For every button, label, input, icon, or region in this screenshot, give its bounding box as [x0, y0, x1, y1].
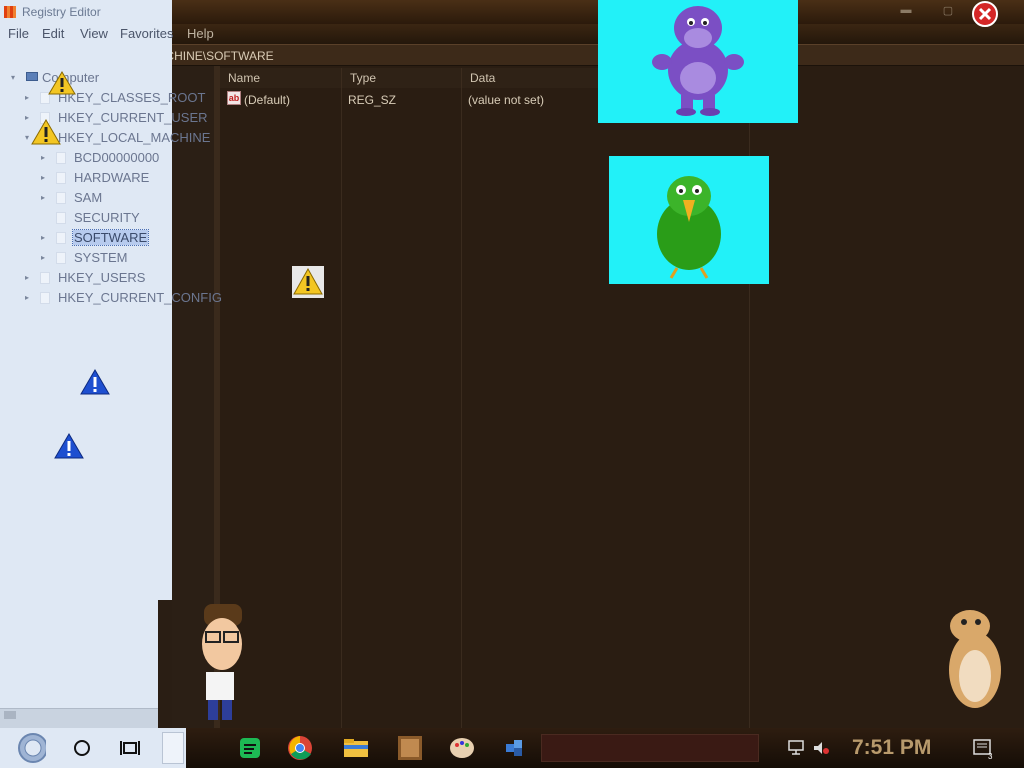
- folder-icon: [56, 232, 66, 244]
- tree-item-sam[interactable]: SAM: [74, 190, 102, 205]
- expand-icon[interactable]: ▸: [41, 233, 45, 242]
- info-warning-icon: [80, 369, 110, 395]
- tree-item-hkey-local-machine[interactable]: HKEY_LOCAL_MACHINE: [58, 130, 210, 145]
- network-icon[interactable]: [788, 740, 806, 756]
- volume-muted-icon[interactable]: [812, 740, 830, 756]
- cartoon-man-sprite: [202, 604, 242, 720]
- tree-item-security[interactable]: SECURITY: [74, 210, 140, 225]
- close-icon[interactable]: [970, 0, 1000, 28]
- hamster-sprite: [949, 610, 1001, 708]
- taskbar-app-paint[interactable]: [448, 734, 476, 762]
- menu-view[interactable]: View: [80, 26, 108, 41]
- spotify-icon: [240, 738, 260, 758]
- start-button[interactable]: [18, 733, 46, 763]
- value-name[interactable]: (Default): [244, 93, 290, 107]
- folder-icon: [56, 212, 66, 224]
- tree-item-bcd[interactable]: BCD00000000: [74, 150, 159, 165]
- task-view-icon: [120, 741, 140, 755]
- folder-icon: [40, 272, 50, 284]
- taskbar-app-spotify[interactable]: [236, 734, 264, 762]
- warning-icon: [31, 119, 61, 145]
- tree-item-hkey-current-config[interactable]: HKEY_CURRENT_CONFIG: [58, 290, 222, 305]
- folder-icon: [56, 252, 66, 264]
- green-parrot-image: [657, 176, 721, 279]
- window-title: Registry Editor: [22, 5, 101, 19]
- expand-icon[interactable]: ▸: [25, 93, 29, 102]
- expand-icon[interactable]: ▸: [41, 173, 45, 182]
- parrot-sprite: [609, 156, 769, 284]
- taskbar-search-box[interactable]: [162, 732, 184, 764]
- column-header-name[interactable]: Name: [220, 68, 342, 88]
- string-value-icon: ab: [227, 91, 241, 105]
- regedit-icon: [506, 740, 522, 756]
- chrome-icon: [288, 736, 312, 760]
- menu-favorites[interactable]: Favorites: [120, 26, 173, 41]
- column-header-type[interactable]: Type: [342, 68, 462, 88]
- column-divider: [341, 88, 342, 728]
- taskbar-clock[interactable]: 7:51 PM: [852, 736, 931, 760]
- tree-item-hkey-classes-root[interactable]: HKEY_CLASSES_ROOT: [58, 90, 205, 105]
- minimize-button[interactable]: ▬: [892, 4, 920, 18]
- paint-icon: [450, 738, 474, 758]
- computer-icon: [26, 72, 38, 81]
- folder-icon: [56, 192, 66, 204]
- value-type: REG_SZ: [348, 93, 397, 107]
- collapse-icon[interactable]: ▾: [11, 73, 15, 82]
- warning-icon: [292, 266, 324, 298]
- taskbar-app-winrar[interactable]: [396, 734, 424, 762]
- cortana-icon: [74, 740, 90, 756]
- expand-icon[interactable]: ▸: [25, 113, 29, 122]
- tree-item-hkey-current-user[interactable]: HKEY_CURRENT_USER: [58, 110, 208, 125]
- taskbar-app-chrome[interactable]: [286, 734, 314, 762]
- taskbar-app-regedit[interactable]: [502, 734, 530, 762]
- expand-icon[interactable]: ▸: [25, 293, 29, 302]
- tree-item-software[interactable]: SOFTWARE: [71, 229, 150, 246]
- folder-icon: [56, 172, 66, 184]
- folder-icon: [40, 292, 50, 304]
- taskbar-app-file-explorer[interactable]: [342, 734, 370, 762]
- start-icon: [18, 733, 46, 763]
- expand-icon[interactable]: ▸: [41, 153, 45, 162]
- expand-icon[interactable]: ▸: [41, 193, 45, 202]
- notification-count-badge: 3: [988, 752, 993, 761]
- task-view-button[interactable]: [116, 734, 144, 762]
- expand-icon[interactable]: ▸: [41, 253, 45, 262]
- purple-gorilla-image: [652, 6, 744, 116]
- tree-scrollbar[interactable]: [0, 708, 158, 728]
- folder-icon: [56, 152, 66, 164]
- menu-edit[interactable]: Edit: [42, 26, 64, 41]
- value-data: (value not set): [468, 93, 545, 107]
- winrar-icon: [398, 736, 422, 760]
- cortana-button[interactable]: [68, 734, 96, 762]
- info-warning-icon: [54, 433, 84, 459]
- regedit-app-icon: [4, 6, 16, 18]
- file-explorer-icon: [344, 739, 368, 757]
- collapse-icon[interactable]: ▾: [25, 133, 29, 142]
- menu-help[interactable]: Help: [187, 26, 214, 41]
- tree-item-hkey-users[interactable]: HKEY_USERS: [58, 270, 145, 285]
- warning-icon: [48, 71, 76, 95]
- taskbar-empty-area: [541, 734, 759, 762]
- expand-icon[interactable]: ▸: [25, 273, 29, 282]
- scrollbar-thumb[interactable]: [4, 711, 16, 719]
- tree-item-system[interactable]: SYSTEM: [74, 250, 127, 265]
- maximize-button[interactable]: ▢: [934, 4, 962, 18]
- menu-file[interactable]: File: [8, 26, 29, 41]
- tree-item-hardware[interactable]: HARDWARE: [74, 170, 149, 185]
- bonzi-buddy-sprite: [598, 0, 798, 123]
- column-divider: [461, 88, 462, 728]
